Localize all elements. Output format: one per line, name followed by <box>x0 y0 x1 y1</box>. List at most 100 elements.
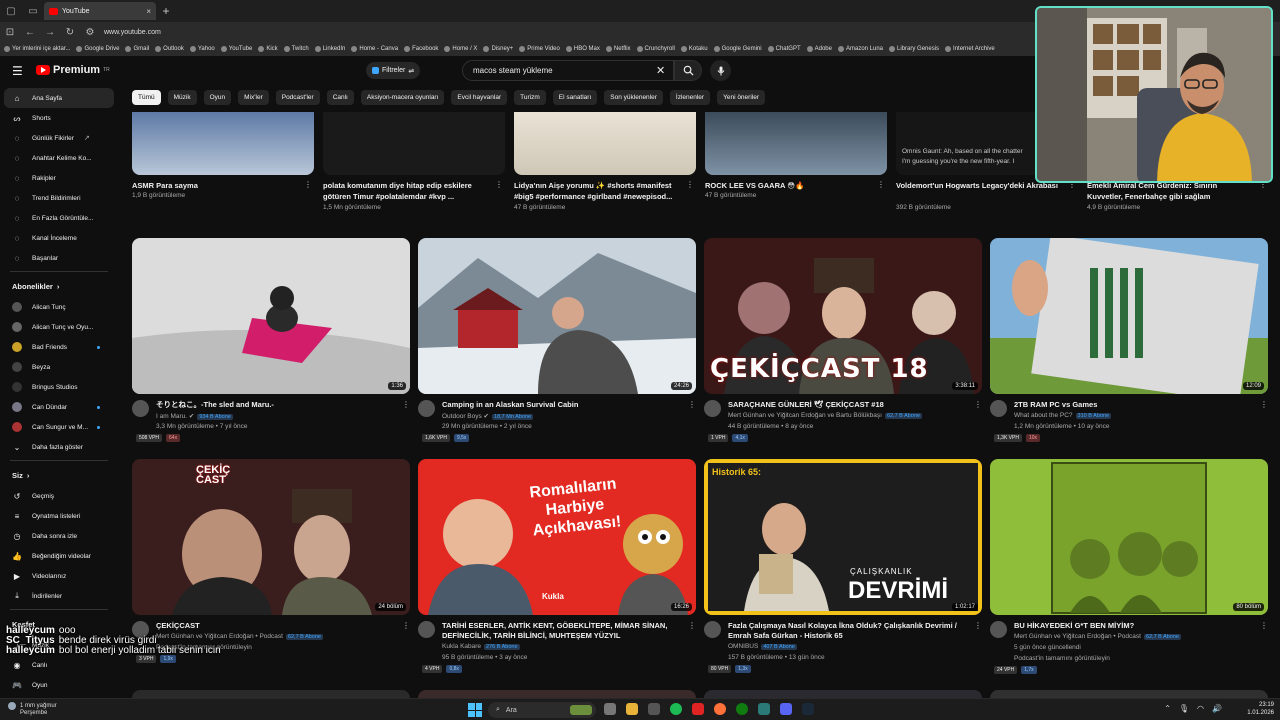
voice-search-button[interactable] <box>710 60 731 81</box>
video-card[interactable]: ROCK LEE VS GAARA 😳🔥 47 B görüntüleme ⋮ <box>705 112 887 199</box>
firefox-icon[interactable] <box>714 703 726 715</box>
more-options-icon[interactable]: ⋮ <box>974 621 982 630</box>
bookmark-item[interactable]: Google Drive <box>76 46 119 52</box>
bookmark-item[interactable]: Internet Archive <box>945 46 995 52</box>
chip-2[interactable]: Oyun <box>203 90 232 105</box>
chevron-up-icon[interactable]: ⌃ <box>1164 704 1171 713</box>
video-card[interactable]: ÇEKİÇCAST 18 3:38:11 SARAÇHANE GÜNLERİ 🕊 Ç… <box>704 238 982 442</box>
steam-icon[interactable] <box>802 703 814 715</box>
bookmark-item[interactable]: HBO Max <box>565 46 600 52</box>
video-card[interactable]: ASMR Para sayma 1,9 B görüntüleme ⋮ <box>132 112 314 199</box>
store-icon[interactable] <box>648 703 660 715</box>
back-icon[interactable]: ← <box>24 27 36 38</box>
sidebar-tool-item[interactable]: ◌ Anahtar Kelime Ko... <box>0 148 118 168</box>
bookmark-item[interactable]: YouTube <box>220 46 252 52</box>
channel-avatar[interactable] <box>990 400 1007 417</box>
sidebar-tool-item[interactable]: ◌ En Fazla Görüntüle... <box>0 208 118 228</box>
more-options-icon[interactable]: ⋮ <box>495 180 503 189</box>
video-thumbnail[interactable]: ÇEKİÇCAST 18 3:38:11 <box>704 238 982 394</box>
channel-avatar[interactable] <box>704 621 721 638</box>
more-options-icon[interactable]: ⋮ <box>686 180 694 189</box>
chip-12[interactable]: Yeni öneriler <box>717 90 765 105</box>
channel-name[interactable]: Outdoor Boys <box>442 413 482 420</box>
bookmark-item[interactable]: Kotaku <box>680 46 708 52</box>
bookmark-item[interactable]: Google Gemini <box>713 46 762 52</box>
app-icon[interactable] <box>692 703 704 715</box>
video-card[interactable]: 24:26 Camping in an Alaskan Survival Cabi… <box>418 238 696 442</box>
video-card[interactable]: Lidya'nın Aişe yorumu ✨ #shorts #manifes… <box>514 112 696 211</box>
more-options-icon[interactable]: ⋮ <box>304 180 312 189</box>
app-icon[interactable] <box>758 703 770 715</box>
video-title[interactable]: 2TB RAM PC vs Games <box>1014 400 1258 410</box>
bookmark-item[interactable]: Twitch <box>283 46 309 52</box>
bookmark-item[interactable]: Home - Canva <box>351 46 398 52</box>
chip-0[interactable]: Tümü <box>132 90 161 105</box>
start-button[interactable] <box>468 703 482 717</box>
video-title[interactable]: BU HİKAYEDEKİ G*T BEN MİYİM? <box>1014 621 1258 631</box>
task-view-icon[interactable] <box>604 703 616 715</box>
bookmark-item[interactable]: LinkedIn <box>314 46 345 52</box>
bookmark-item[interactable]: Home / X <box>444 46 477 52</box>
sidebar-subscription[interactable]: Bad Friends <box>0 337 118 357</box>
more-options-icon[interactable]: ⋮ <box>974 400 982 409</box>
bookmark-item[interactable]: Disney+ <box>483 46 513 52</box>
video-title[interactable]: TARİHİ ESERLER, ANTİK KENT, GÖBEKLİTEPE,… <box>442 621 686 641</box>
channel-avatar[interactable] <box>418 400 435 417</box>
channel-name[interactable]: OMNIBUS <box>728 643 758 650</box>
bookmark-item[interactable]: Facebook <box>404 46 438 52</box>
sidebar-tool-item[interactable]: ◌ Kanal İnceleme <box>0 228 118 248</box>
video-title[interactable]: Emekli Amiral Cem Gürdeniz: Sınırın Kuvv… <box>1087 180 1252 202</box>
site-info-icon[interactable]: ⚙ <box>84 27 96 38</box>
bookmark-item[interactable]: Outlook <box>155 46 184 52</box>
channel-name[interactable]: I am Maru. <box>156 413 187 420</box>
file-explorer-icon[interactable] <box>626 703 638 715</box>
sidebar-subscription[interactable]: Can Sungur ve M... <box>0 417 118 437</box>
bookmark-item[interactable]: Amazon Luna <box>837 46 883 52</box>
bookmark-item[interactable]: Library Genesis <box>889 46 939 52</box>
wifi-icon[interactable]: ◠ <box>1197 704 1204 713</box>
more-options-icon[interactable]: ⋮ <box>1260 621 1268 630</box>
sidebar-you-item[interactable]: ⤓ İndirilenler <box>0 586 118 606</box>
channel-name[interactable]: Mert Günhan ve Yiğitcan Erdoğan ve Bartu… <box>728 412 882 419</box>
chip-8[interactable]: Turizm <box>514 90 546 105</box>
channel-name[interactable]: What about the PC? <box>1014 412 1073 419</box>
video-thumbnail[interactable]: 1:36 <box>132 238 410 394</box>
video-card[interactable]: ÇEKİÇ CAST 24 bölüm ÇEKİÇCAST ⋮ Mert Günhan … <box>132 459 410 663</box>
window-menu-icon[interactable]: ▢ <box>0 6 22 17</box>
video-card[interactable]: polata komutanım diye hitap edip eskiler… <box>323 112 505 211</box>
chip-4[interactable]: Podcast'ler <box>275 90 320 105</box>
sidebar-you-item[interactable]: ↺ Geçmiş <box>0 486 118 506</box>
video-thumbnail[interactable]: ÇEKİÇ CAST 24 bölüm <box>132 459 410 615</box>
forward-icon[interactable]: → <box>44 27 56 38</box>
show-more-button[interactable]: ⌄ Daha fazla göster <box>0 437 118 457</box>
more-options-icon[interactable]: ⋮ <box>688 400 696 409</box>
subscriptions-header[interactable]: Abonelikler › <box>0 275 118 297</box>
video-thumbnail[interactable]: Historik 65: ÇALIŞKANLIK DEVRİMİ 1:02:17 <box>704 459 982 615</box>
sidebar-tool-item[interactable]: ◌ Başarılar <box>0 248 118 268</box>
video-card[interactable]: 12:09 2TB RAM PC vs Games ⋮ What about the … <box>990 238 1268 442</box>
channel-avatar[interactable] <box>132 400 149 417</box>
sidebar-subscription[interactable]: Alican Tunç ve Oyu... <box>0 317 118 337</box>
video-title[interactable]: ROCK LEE VS GAARA 😳🔥 <box>705 180 870 191</box>
chip-6[interactable]: Aksiyon-macera oyunları <box>360 90 445 105</box>
sidebar-you-item[interactable]: ≡ Oynatma listeleri <box>0 506 118 526</box>
bookmark-item[interactable]: Yer imlerini içe aktar... <box>4 46 70 52</box>
more-options-icon[interactable]: ⋮ <box>1260 400 1268 409</box>
more-options-icon[interactable]: ⋮ <box>877 180 885 189</box>
sidebar-toggle-icon[interactable]: ⊡ <box>4 27 16 38</box>
sidebar-item-home[interactable]: ⌂ Ana Sayfa <box>4 88 114 108</box>
video-card[interactable]: 1:36 そりとねこ。-The sled and Maru.- ⋮ I am Maru… <box>132 238 410 442</box>
bookmark-item[interactable]: Yahoo <box>189 46 215 52</box>
chip-1[interactable]: Müzik <box>167 90 197 105</box>
channel-avatar[interactable] <box>418 621 435 638</box>
close-tab-icon[interactable]: × <box>146 7 151 16</box>
video-title[interactable]: ASMR Para sayma <box>132 180 297 191</box>
video-title[interactable]: polata komutanım diye hitap edip eskiler… <box>323 180 488 202</box>
browser-tab-youtube[interactable]: YouTube × <box>44 2 156 20</box>
bookmark-item[interactable]: Kick <box>258 46 278 52</box>
spotify-icon[interactable] <box>670 703 682 715</box>
bookmark-item[interactable]: Netflix <box>605 46 631 52</box>
url-field[interactable]: www.youtube.com <box>104 29 161 36</box>
chip-5[interactable]: Canlı <box>326 90 354 105</box>
bookmark-item[interactable]: Gmail <box>125 46 149 52</box>
